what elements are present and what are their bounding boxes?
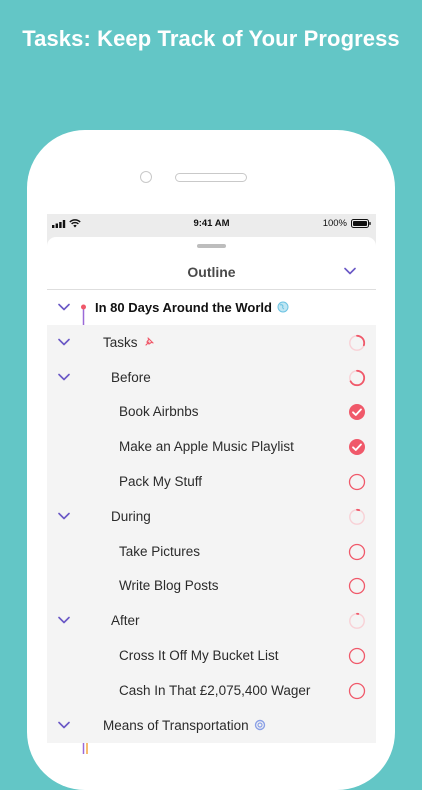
progress-ring-icon[interactable] xyxy=(348,334,366,352)
front-camera xyxy=(140,171,152,183)
sheet-grabber[interactable] xyxy=(197,244,226,248)
progress-ring-icon[interactable] xyxy=(348,369,366,387)
chevron-down-icon[interactable] xyxy=(58,721,70,729)
outline-row[interactable]: Take Pictures xyxy=(47,533,376,569)
ring-icon xyxy=(254,719,265,730)
chevron-down-icon[interactable] xyxy=(58,512,70,520)
globe-icon xyxy=(277,301,289,313)
outline-row-label: Means of Transportation xyxy=(103,717,249,733)
outline-row-label: In 80 Days Around the World xyxy=(95,300,272,315)
outline-row-label: Take Pictures xyxy=(119,543,201,559)
checkmark-circle-icon[interactable] xyxy=(348,438,366,456)
empty-circle-icon[interactable] xyxy=(348,543,366,561)
progress-ring-icon[interactable] xyxy=(348,508,366,526)
chevron-down-icon[interactable] xyxy=(58,303,70,311)
outline-row-label: Write Blog Posts xyxy=(119,578,219,594)
outline-row[interactable]: Cash In That £2,075,400 Wager xyxy=(47,672,376,708)
outline-row[interactable]: Means of Transportation xyxy=(47,707,376,743)
outline-row[interactable]: Book Airbnbs xyxy=(47,394,376,430)
outline-sheet: Outline In 80 Days Around the World Tasks… xyxy=(47,237,376,754)
progress-ring-icon[interactable] xyxy=(348,612,366,630)
chevron-down-icon[interactable] xyxy=(58,616,70,624)
outline-row[interactable]: During xyxy=(47,498,376,534)
earpiece-speaker xyxy=(175,173,247,182)
phone-screen: 9:41 AM 100% Outline In 80 Days Around t… xyxy=(47,214,376,754)
outline-row[interactable]: After xyxy=(47,603,376,639)
outline-row-label: Pack My Stuff xyxy=(119,474,203,489)
outline-row-label: Book Airbnbs xyxy=(119,404,199,420)
outline-row[interactable]: Tasks xyxy=(47,324,376,360)
battery-percentage: 100% xyxy=(322,218,347,229)
empty-circle-icon[interactable] xyxy=(348,473,366,491)
chevron-down-icon[interactable] xyxy=(344,267,356,275)
checkmark-circle-icon[interactable] xyxy=(348,403,366,421)
outline-row-label: Cross It Off My Bucket List xyxy=(119,648,279,663)
outline-row-label: Before xyxy=(111,369,151,385)
outline-row[interactable]: Cross It Off My Bucket List xyxy=(47,638,376,673)
outline-row[interactable]: In 80 Days Around the World xyxy=(47,290,376,325)
battery-icon xyxy=(351,219,371,228)
chevron-down-icon[interactable] xyxy=(58,373,70,381)
outline-row-label: During xyxy=(111,508,151,524)
empty-circle-icon[interactable] xyxy=(348,577,366,595)
headline: Tasks: Keep Track of Your Progress xyxy=(22,26,400,51)
outline-row-label: After xyxy=(111,613,140,629)
outline-row-label: Make an Apple Music Playlist xyxy=(119,439,294,455)
status-bar: 9:41 AM 100% xyxy=(47,214,376,232)
outline-row[interactable]: Before xyxy=(47,359,376,395)
outline-row[interactable]: Pack My Stuff xyxy=(47,464,376,499)
empty-circle-icon[interactable] xyxy=(348,647,366,665)
outline-row[interactable]: Make an Apple Music Playlist xyxy=(47,429,376,465)
chevron-down-icon[interactable] xyxy=(58,338,70,346)
page-title: Outline xyxy=(187,264,236,280)
empty-circle-icon[interactable] xyxy=(348,682,366,700)
outline-row-label: Cash In That £2,075,400 Wager xyxy=(119,682,311,698)
pushpin-icon xyxy=(144,337,154,346)
outline-row[interactable]: Write Blog Posts xyxy=(47,568,376,604)
outline-row-label: Tasks xyxy=(103,334,138,350)
